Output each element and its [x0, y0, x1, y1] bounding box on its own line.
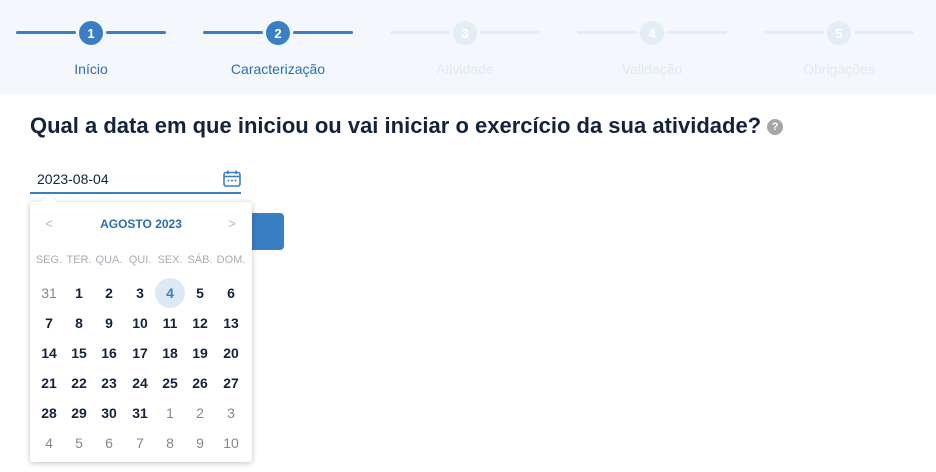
- step-atividade: 3 Atividade: [390, 0, 540, 94]
- calendar-day[interactable]: 26: [185, 368, 215, 398]
- calendar-day[interactable]: 23: [94, 368, 124, 398]
- calendar-day-other-month[interactable]: 1: [155, 398, 185, 428]
- step-label: Início: [74, 61, 108, 77]
- date-input-value[interactable]: 2023-08-04: [37, 171, 109, 187]
- step-connector: [577, 31, 637, 34]
- progress-stepper: 1 Início 2 Caracterização 3 Atividade 4 …: [0, 0, 936, 94]
- calendar-day[interactable]: 28: [34, 398, 64, 428]
- calendar-day[interactable]: 21: [34, 368, 64, 398]
- calendar-day-other-month[interactable]: 10: [216, 428, 246, 458]
- step-label: Caracterização: [230, 61, 326, 77]
- step-connector: [390, 31, 450, 34]
- calendar-day[interactable]: 25: [155, 368, 185, 398]
- calendar-day[interactable]: 6: [216, 278, 246, 308]
- calendar-day[interactable]: 17: [125, 338, 155, 368]
- step-inicio[interactable]: 1 Início: [16, 0, 166, 94]
- weekday-header: SEX.: [157, 254, 183, 266]
- calendar-day-other-month[interactable]: 3: [216, 398, 246, 428]
- step-obrigacoes: 5 Obrigações: [764, 0, 914, 94]
- calendar-day[interactable]: 18: [155, 338, 185, 368]
- step-connector: [106, 31, 166, 34]
- date-picker-popup: < AGOSTO 2023 > SEG. TER. QUA. QUI. SEX. SÁB.…: [30, 202, 252, 462]
- step-label: Obrigações: [803, 61, 875, 77]
- calendar-icon[interactable]: [223, 170, 241, 187]
- calendar-day-other-month[interactable]: 2: [185, 398, 215, 428]
- calendar-day[interactable]: 31: [125, 398, 155, 428]
- calendar-month-title[interactable]: AGOSTO 2023: [30, 217, 252, 231]
- weekday-header: SEG.: [35, 254, 63, 266]
- calendar-day[interactable]: 12: [185, 308, 215, 338]
- step-connector: [16, 31, 76, 34]
- step-label: Atividade: [436, 61, 494, 77]
- weekday-header: TER.: [66, 254, 92, 266]
- calendar-day-other-month[interactable]: 9: [185, 428, 215, 458]
- calendar-day[interactable]: 30: [94, 398, 124, 428]
- calendar-day[interactable]: 1: [64, 278, 94, 308]
- next-month-button[interactable]: >: [222, 216, 242, 231]
- step-number-badge: 3: [453, 21, 477, 45]
- question-text: Qual a data em que iniciou ou vai inicia…: [30, 113, 762, 138]
- calendar-day[interactable]: 8: [64, 308, 94, 338]
- calendar-day[interactable]: 14: [34, 338, 64, 368]
- calendar-day[interactable]: 10: [125, 308, 155, 338]
- calendar-day[interactable]: 2: [94, 278, 124, 308]
- step-connector: [764, 31, 824, 34]
- calendar-day[interactable]: 24: [125, 368, 155, 398]
- calendar-day[interactable]: 5: [185, 278, 215, 308]
- step-caracterizacao[interactable]: 2 Caracterização: [203, 0, 353, 94]
- step-number-badge: 5: [827, 21, 851, 45]
- step-connector: [667, 31, 727, 34]
- weekday-header: DOM.: [216, 254, 246, 266]
- calendar-day[interactable]: 3: [125, 278, 155, 308]
- calendar-day[interactable]: 16: [94, 338, 124, 368]
- calendar-day-other-month[interactable]: 31: [34, 278, 64, 308]
- calendar-day-other-month[interactable]: 5: [64, 428, 94, 458]
- question-heading: Qual a data em que iniciou ou vai inicia…: [30, 113, 784, 139]
- calendar-day-other-month[interactable]: 7: [125, 428, 155, 458]
- calendar-day[interactable]: 13: [216, 308, 246, 338]
- step-connector: [203, 31, 263, 34]
- step-connector: [854, 31, 914, 34]
- calendar-day[interactable]: 20: [216, 338, 246, 368]
- step-label: Validação: [621, 61, 683, 77]
- calendar-day[interactable]: 15: [64, 338, 94, 368]
- calendar-day-other-month[interactable]: 8: [155, 428, 185, 458]
- weekday-header: QUI.: [128, 254, 152, 266]
- calendar-day[interactable]: 4: [155, 278, 185, 308]
- calendar-day-other-month[interactable]: 4: [34, 428, 64, 458]
- weekday-header: SÁB.: [187, 254, 213, 266]
- step-number-badge: 1: [79, 21, 103, 45]
- weekday-header: QUA.: [95, 254, 123, 266]
- help-icon[interactable]: ?: [767, 119, 784, 135]
- step-connector: [293, 31, 353, 34]
- calendar-day[interactable]: 11: [155, 308, 185, 338]
- step-connector: [480, 31, 540, 34]
- calendar-day[interactable]: 7: [34, 308, 64, 338]
- calendar-day[interactable]: 22: [64, 368, 94, 398]
- step-number-badge: 4: [640, 21, 664, 45]
- calendar-day[interactable]: 27: [216, 368, 246, 398]
- step-number-badge: 2: [266, 21, 290, 45]
- calendar-day[interactable]: 19: [185, 338, 215, 368]
- calendar-day-other-month[interactable]: 6: [94, 428, 124, 458]
- start-date-input[interactable]: 2023-08-04: [30, 166, 241, 194]
- calendar-day[interactable]: 29: [64, 398, 94, 428]
- step-validacao: 4 Validação: [577, 0, 727, 94]
- next-button[interactable]: [248, 213, 284, 250]
- calendar-day[interactable]: 9: [94, 308, 124, 338]
